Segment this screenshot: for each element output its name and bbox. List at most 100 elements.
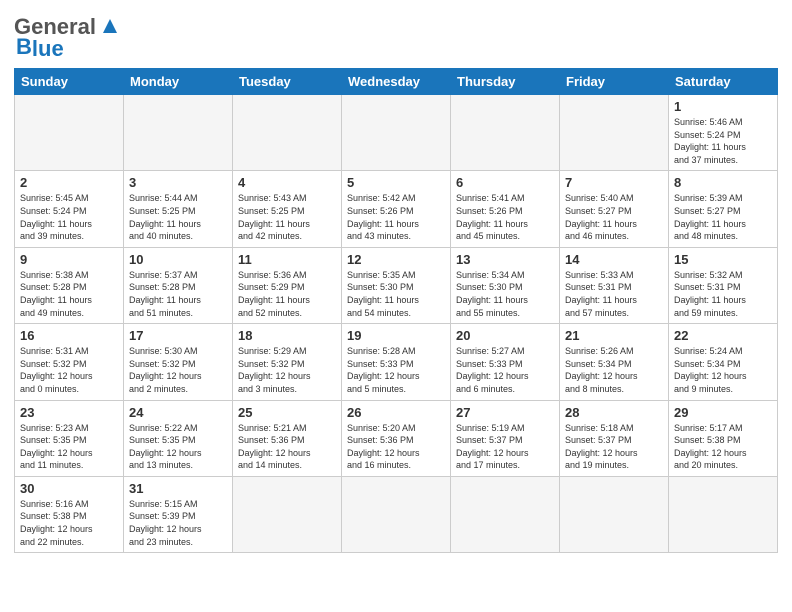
table-row: 18 Sunrise: 5:29 AM Sunset: 5:32 PM Dayli… bbox=[233, 324, 342, 400]
day-info: Sunrise: 5:46 AM Sunset: 5:24 PM Dayligh… bbox=[674, 116, 772, 166]
table-row: 29Sunrise: 5:17 AM Sunset: 5:38 PM Dayli… bbox=[669, 400, 778, 476]
table-row: 31Sunrise: 5:15 AM Sunset: 5:39 PM Dayli… bbox=[124, 476, 233, 552]
calendar-table: Sunday Monday Tuesday Wednesday Thursday… bbox=[14, 68, 778, 553]
table-row: 17Sunrise: 5:30 AM Sunset: 5:32 PM Dayli… bbox=[124, 324, 233, 400]
table-row bbox=[233, 95, 342, 171]
day-number: 21 bbox=[565, 328, 663, 343]
table-row: 26Sunrise: 5:20 AM Sunset: 5:36 PM Dayli… bbox=[342, 400, 451, 476]
day-info: Sunrise: 5:16 AM Sunset: 5:38 PM Dayligh… bbox=[20, 498, 118, 548]
table-row: 2Sunrise: 5:45 AM Sunset: 5:24 PM Daylig… bbox=[15, 171, 124, 247]
day-info: Sunrise: 5:34 AM Sunset: 5:30 PM Dayligh… bbox=[456, 269, 554, 319]
day-info: Sunrise: 5:22 AM Sunset: 5:35 PM Dayligh… bbox=[129, 422, 227, 472]
day-info: Sunrise: 5:36 AM Sunset: 5:29 PM Dayligh… bbox=[238, 269, 336, 319]
day-info: Sunrise: 5:37 AM Sunset: 5:28 PM Dayligh… bbox=[129, 269, 227, 319]
logo-area: G eneral B lue bbox=[14, 10, 121, 62]
day-number: 19 bbox=[347, 328, 445, 343]
day-number: 12 bbox=[347, 252, 445, 267]
day-info: Sunrise: 5:29 AM Sunset: 5:32 PM Dayligh… bbox=[238, 345, 336, 395]
table-row: 23 Sunrise: 5:23 AM Sunset: 5:35 PM Dayli… bbox=[15, 400, 124, 476]
table-row: 25 Sunrise: 5:21 AM Sunset: 5:36 PM Dayli… bbox=[233, 400, 342, 476]
day-number: 27 bbox=[456, 405, 554, 420]
table-row: 20Sunrise: 5:27 AM Sunset: 5:33 PM Dayli… bbox=[451, 324, 560, 400]
table-row: 14 Sunrise: 5:33 AM Sunset: 5:31 PM Dayli… bbox=[560, 247, 669, 323]
day-info: Sunrise: 5:45 AM Sunset: 5:24 PM Dayligh… bbox=[20, 192, 118, 242]
day-number: 26 bbox=[347, 405, 445, 420]
table-row bbox=[342, 476, 451, 552]
day-number: 15 bbox=[674, 252, 772, 267]
day-info: Sunrise: 5:33 AM Sunset: 5:31 PM Dayligh… bbox=[565, 269, 663, 319]
header: G eneral B lue bbox=[14, 10, 778, 62]
day-number: 7 bbox=[565, 175, 663, 190]
day-info: Sunrise: 5:23 AM Sunset: 5:35 PM Dayligh… bbox=[20, 422, 118, 472]
table-row bbox=[560, 95, 669, 171]
day-info: Sunrise: 5:40 AM Sunset: 5:27 PM Dayligh… bbox=[565, 192, 663, 242]
calendar-week-row: 30 Sunrise: 5:16 AM Sunset: 5:38 PM Dayli… bbox=[15, 476, 778, 552]
day-number: 3 bbox=[129, 175, 227, 190]
day-number: 13 bbox=[456, 252, 554, 267]
logo-blue-b: B bbox=[16, 36, 32, 62]
col-monday: Monday bbox=[124, 69, 233, 95]
col-sunday: Sunday bbox=[15, 69, 124, 95]
day-info: Sunrise: 5:28 AM Sunset: 5:33 PM Dayligh… bbox=[347, 345, 445, 395]
day-number: 11 bbox=[238, 252, 336, 267]
table-row: 10 Sunrise: 5:37 AM Sunset: 5:28 PM Dayli… bbox=[124, 247, 233, 323]
day-number: 24 bbox=[129, 405, 227, 420]
day-number: 5 bbox=[347, 175, 445, 190]
day-number: 1 bbox=[674, 99, 772, 114]
table-row: 9Sunrise: 5:38 AM Sunset: 5:28 PM Daylig… bbox=[15, 247, 124, 323]
table-row bbox=[233, 476, 342, 552]
day-number: 18 bbox=[238, 328, 336, 343]
table-row bbox=[451, 476, 560, 552]
table-row: 19 Sunrise: 5:28 AM Sunset: 5:33 PM Dayli… bbox=[342, 324, 451, 400]
table-row: 28 Sunrise: 5:18 AM Sunset: 5:37 PM Dayli… bbox=[560, 400, 669, 476]
table-row: 30 Sunrise: 5:16 AM Sunset: 5:38 PM Dayli… bbox=[15, 476, 124, 552]
logo-triangle-icon bbox=[99, 15, 121, 37]
calendar-week-row: 1 Sunrise: 5:46 AM Sunset: 5:24 PM Daylig… bbox=[15, 95, 778, 171]
day-info: Sunrise: 5:32 AM Sunset: 5:31 PM Dayligh… bbox=[674, 269, 772, 319]
table-row: 13 Sunrise: 5:34 AM Sunset: 5:30 PM Dayli… bbox=[451, 247, 560, 323]
day-info: Sunrise: 5:39 AM Sunset: 5:27 PM Dayligh… bbox=[674, 192, 772, 242]
table-row: 3Sunrise: 5:44 AM Sunset: 5:25 PM Daylig… bbox=[124, 171, 233, 247]
logo-lue: lue bbox=[32, 36, 64, 62]
day-info: Sunrise: 5:41 AM Sunset: 5:26 PM Dayligh… bbox=[456, 192, 554, 242]
day-info: Sunrise: 5:42 AM Sunset: 5:26 PM Dayligh… bbox=[347, 192, 445, 242]
table-row: 16Sunrise: 5:31 AM Sunset: 5:32 PM Dayli… bbox=[15, 324, 124, 400]
calendar-week-row: 23 Sunrise: 5:23 AM Sunset: 5:35 PM Dayli… bbox=[15, 400, 778, 476]
table-row bbox=[560, 476, 669, 552]
day-info: Sunrise: 5:31 AM Sunset: 5:32 PM Dayligh… bbox=[20, 345, 118, 395]
day-number: 14 bbox=[565, 252, 663, 267]
day-number: 23 bbox=[20, 405, 118, 420]
table-row bbox=[124, 95, 233, 171]
day-info: Sunrise: 5:19 AM Sunset: 5:37 PM Dayligh… bbox=[456, 422, 554, 472]
day-number: 10 bbox=[129, 252, 227, 267]
day-number: 28 bbox=[565, 405, 663, 420]
day-info: Sunrise: 5:24 AM Sunset: 5:34 PM Dayligh… bbox=[674, 345, 772, 395]
table-row: 24 Sunrise: 5:22 AM Sunset: 5:35 PM Dayli… bbox=[124, 400, 233, 476]
calendar-week-row: 16Sunrise: 5:31 AM Sunset: 5:32 PM Dayli… bbox=[15, 324, 778, 400]
table-row: 15 Sunrise: 5:32 AM Sunset: 5:31 PM Dayli… bbox=[669, 247, 778, 323]
col-tuesday: Tuesday bbox=[233, 69, 342, 95]
day-number: 6 bbox=[456, 175, 554, 190]
col-thursday: Thursday bbox=[451, 69, 560, 95]
table-row bbox=[669, 476, 778, 552]
table-row: 21Sunrise: 5:26 AM Sunset: 5:34 PM Dayli… bbox=[560, 324, 669, 400]
table-row: 12 Sunrise: 5:35 AM Sunset: 5:30 PM Dayli… bbox=[342, 247, 451, 323]
calendar-header-row: Sunday Monday Tuesday Wednesday Thursday… bbox=[15, 69, 778, 95]
day-number: 8 bbox=[674, 175, 772, 190]
table-row: 11 Sunrise: 5:36 AM Sunset: 5:29 PM Dayli… bbox=[233, 247, 342, 323]
day-info: Sunrise: 5:21 AM Sunset: 5:36 PM Dayligh… bbox=[238, 422, 336, 472]
day-number: 30 bbox=[20, 481, 118, 496]
col-saturday: Saturday bbox=[669, 69, 778, 95]
day-info: Sunrise: 5:18 AM Sunset: 5:37 PM Dayligh… bbox=[565, 422, 663, 472]
day-info: Sunrise: 5:15 AM Sunset: 5:39 PM Dayligh… bbox=[129, 498, 227, 548]
day-number: 25 bbox=[238, 405, 336, 420]
table-row: 6 Sunrise: 5:41 AM Sunset: 5:26 PM Daylig… bbox=[451, 171, 560, 247]
day-number: 4 bbox=[238, 175, 336, 190]
logo-blue-row: B lue bbox=[16, 36, 64, 62]
col-wednesday: Wednesday bbox=[342, 69, 451, 95]
day-info: Sunrise: 5:38 AM Sunset: 5:28 PM Dayligh… bbox=[20, 269, 118, 319]
day-info: Sunrise: 5:30 AM Sunset: 5:32 PM Dayligh… bbox=[129, 345, 227, 395]
day-info: Sunrise: 5:43 AM Sunset: 5:25 PM Dayligh… bbox=[238, 192, 336, 242]
table-row: 1 Sunrise: 5:46 AM Sunset: 5:24 PM Daylig… bbox=[669, 95, 778, 171]
day-info: Sunrise: 5:35 AM Sunset: 5:30 PM Dayligh… bbox=[347, 269, 445, 319]
